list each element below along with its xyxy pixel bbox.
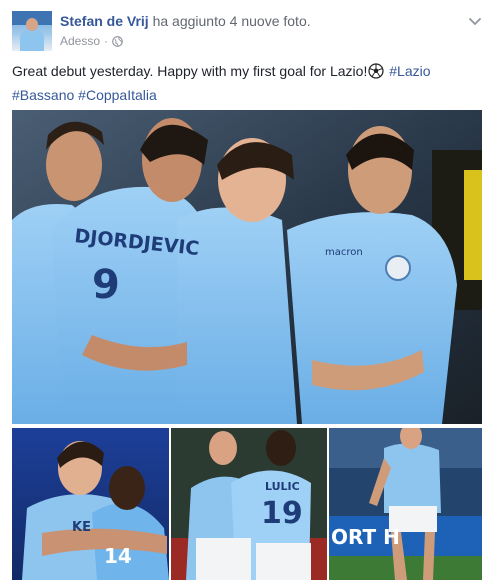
thumb-b-jersey-name: LULIC (265, 480, 300, 493)
globe-icon[interactable] (112, 35, 123, 47)
avatar-figure-head (26, 18, 38, 31)
hashtag-link-bassano[interactable]: #Bassano (12, 87, 74, 103)
avatar-figure-shirt (20, 30, 44, 51)
post-message: Great debut yesterday. Happy with my fir… (12, 61, 482, 106)
meta-separator: · (104, 34, 109, 48)
soccer-ball-emoji-icon (368, 63, 384, 85)
hashtag-link-lazio[interactable]: #Lazio (389, 63, 430, 79)
chevron-down-icon[interactable] (468, 14, 482, 26)
post-timestamp-link[interactable]: Adesso (60, 34, 100, 48)
photo-thumb-lulic-celebration[interactable]: LULIC 19 (171, 428, 327, 580)
author-avatar[interactable] (12, 11, 52, 51)
photo-thumb-de-vrij-embrace[interactable]: KE 14 (12, 428, 169, 580)
photo-main-team-celebration[interactable]: DJORDJEVIC 9 macron (12, 110, 482, 424)
thumb-c-banner-text: ORT H (331, 525, 400, 549)
author-name-link[interactable]: Stefan de Vrij (60, 13, 149, 29)
post-header-line: Stefan de Vrij ha aggiunto 4 nuove foto. (60, 13, 311, 29)
hashtag-link-coppaitalia[interactable]: #CoppaItalia (78, 87, 157, 103)
post-action-text: ha aggiunto 4 nuove foto. (152, 13, 311, 29)
thumb-b-jersey-number: 19 (261, 496, 303, 531)
main-jersey-number: 9 (92, 262, 120, 308)
thumb-a-jersey-name: KE (72, 520, 91, 535)
thumb-a-jersey-number: 14 (104, 544, 132, 568)
post-meta: Adesso · (60, 34, 123, 48)
photo-thumb-running-player[interactable]: ORT H (329, 428, 482, 580)
main-sponsor: macron (325, 247, 363, 258)
facebook-post-card: Stefan de Vrij ha aggiunto 4 nuove foto.… (0, 0, 494, 585)
post-message-text: Great debut yesterday. Happy with my fir… (12, 63, 368, 79)
